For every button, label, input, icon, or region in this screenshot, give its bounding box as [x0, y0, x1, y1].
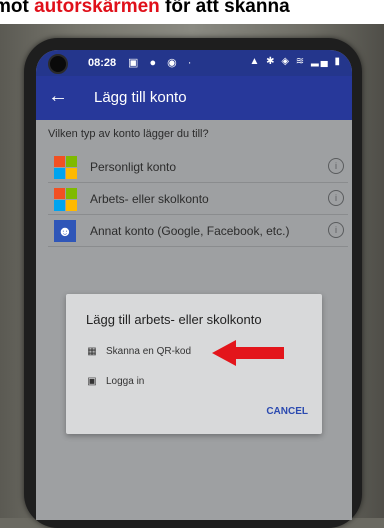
- instruction-caption: mot autorskärmen för att skanna: [0, 0, 384, 24]
- page-title: Lägg till konto: [94, 89, 187, 106]
- info-icon[interactable]: i: [328, 190, 344, 206]
- info-icon[interactable]: i: [328, 158, 344, 174]
- account-option-label: Annat konto (Google, Facebook, etc.): [90, 224, 290, 238]
- qr-code-icon: ▦: [87, 346, 97, 357]
- scan-qr-code-option[interactable]: ▦ Skanna en QR-kod: [86, 346, 191, 357]
- sign-in-label: Logga in: [106, 376, 145, 387]
- arrow-left-icon[interactable]: ←: [48, 86, 68, 106]
- sign-in-option[interactable]: ▣ Logga in: [86, 376, 144, 387]
- account-option-work-school[interactable]: Arbets- eller skolkonto i: [48, 184, 348, 215]
- cancel-button[interactable]: CANCEL: [266, 406, 308, 417]
- person-icon: ☻: [54, 220, 76, 242]
- dialog-title: Lägg till arbets- eller skolkonto: [86, 312, 262, 327]
- account-option-label: Arbets- eller skolkonto: [90, 192, 209, 206]
- app-bar: ← Lägg till konto: [36, 76, 352, 120]
- scan-qr-code-label: Skanna en QR-kod: [106, 346, 192, 357]
- account-option-other[interactable]: ☻ Annat konto (Google, Facebook, etc.) i: [48, 216, 348, 247]
- account-option-personal[interactable]: Personligt konto i: [48, 152, 348, 183]
- microsoft-logo-icon: [54, 188, 77, 211]
- caption-suffix: för att skanna: [159, 0, 290, 17]
- status-notification-icons: ▣ ● ◉ ·: [128, 57, 196, 69]
- front-camera-icon: [48, 54, 68, 74]
- sign-in-icon: ▣: [87, 376, 97, 387]
- caption-highlight: autorskärmen: [34, 0, 160, 17]
- status-time: 08:28: [88, 57, 117, 69]
- account-type-question: Vilken typ av konto lägger du till?: [48, 128, 209, 140]
- account-option-label: Personligt konto: [90, 160, 177, 174]
- info-icon[interactable]: i: [328, 222, 344, 238]
- caption-prefix: mot: [0, 0, 29, 17]
- microsoft-logo-icon: [54, 156, 77, 179]
- status-system-icons: ▲ ✱ ◈ ≋ ▂▄ ▮: [249, 56, 342, 67]
- phone-screen: 08:28 ▣ ● ◉ · ▲ ✱ ◈ ≋ ▂▄ ▮ ← Lägg till k…: [36, 50, 352, 520]
- status-bar: 08:28 ▣ ● ◉ · ▲ ✱ ◈ ≋ ▂▄ ▮: [36, 50, 352, 76]
- red-arrow-icon: [212, 340, 284, 366]
